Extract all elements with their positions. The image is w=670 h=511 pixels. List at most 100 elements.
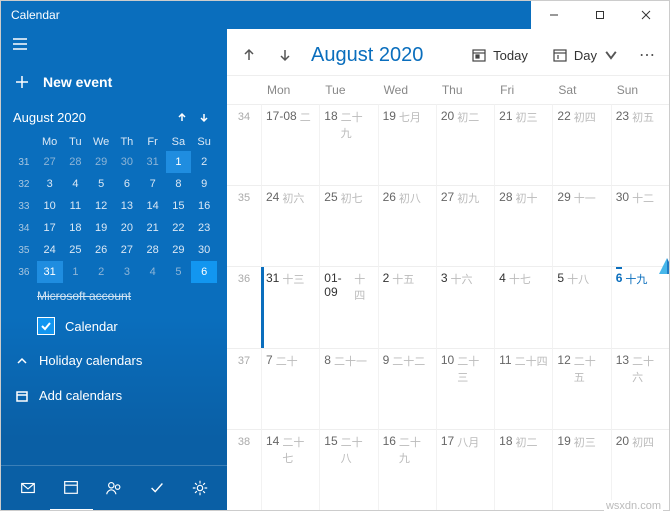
mini-cal-month[interactable]: August 2020 [13,110,171,125]
grid-day-cell[interactable]: 14 二十七 [261,429,319,510]
new-event-button[interactable]: New event [1,56,227,108]
mini-cal-day[interactable]: 12 [88,195,114,217]
mini-cal-day[interactable]: 1 [63,261,89,283]
mini-cal-day[interactable]: 26 [88,239,114,261]
mini-cal-day[interactable]: 6 [191,261,217,283]
grid-day-cell[interactable]: 13 二十六 [611,348,669,429]
grid-day-cell[interactable]: 7 二十 [261,348,319,429]
mini-cal-day[interactable]: 29 [166,239,192,261]
mini-cal-day[interactable]: 24 [37,239,63,261]
calendar-toggle[interactable]: Calendar [1,309,227,343]
grid-day-cell[interactable]: 17 八月 [436,429,494,510]
minimize-button[interactable] [531,1,577,29]
hamburger-button[interactable] [1,29,227,56]
maximize-button[interactable] [577,1,623,29]
grid-day-cell[interactable]: 25 初七 [319,185,377,266]
today-button[interactable]: Today [463,43,536,67]
grid-day-cell[interactable]: 12 二十五 [552,348,610,429]
month-title[interactable]: August 2020 [307,44,455,67]
grid-day-cell[interactable]: 28 初十 [494,185,552,266]
grid-day-cell[interactable]: 30 十二 [611,185,669,266]
close-button[interactable] [623,1,669,29]
grid-day-cell[interactable]: 20 初四 [611,429,669,510]
grid-day-cell[interactable]: 27 初九 [436,185,494,266]
grid-day-cell[interactable]: 16 二十九 [378,429,436,510]
grid-day-cell[interactable]: 17-08 二 [261,104,319,185]
grid-day-cell[interactable]: 3 十六 [436,266,494,347]
mini-cal-day[interactable]: 27 [37,151,63,173]
grid-day-cell[interactable]: 18 初二 [494,429,552,510]
mini-cal-day[interactable]: 21 [140,217,166,239]
mini-cal-day[interactable]: 2 [191,151,217,173]
mini-cal-day[interactable]: 27 [114,239,140,261]
mini-cal-day[interactable]: 8 [166,173,192,195]
grid-day-cell[interactable]: 31 十三 [261,266,319,347]
mini-cal-day[interactable]: 23 [191,217,217,239]
mini-cal-day[interactable]: 22 [166,217,192,239]
day-view-button[interactable]: Day [544,43,627,67]
mini-cal-day[interactable]: 29 [88,151,114,173]
mini-cal-day[interactable]: 7 [140,173,166,195]
calendar-icon[interactable] [50,465,93,510]
mini-cal-next[interactable] [193,112,215,124]
mini-cal-day[interactable]: 28 [63,151,89,173]
mail-icon[interactable] [7,466,50,510]
mini-cal-day[interactable]: 28 [140,239,166,261]
mini-cal-day[interactable]: 14 [140,195,166,217]
grid-day-cell[interactable]: 18 二十九 [319,104,377,185]
next-period-button[interactable] [271,41,299,69]
grid-day-cell[interactable]: 19 初三 [552,429,610,510]
mini-cal-day[interactable]: 31 [140,151,166,173]
mini-cal-day[interactable]: 19 [88,217,114,239]
grid-day-cell[interactable]: 21 初三 [494,104,552,185]
mini-cal-day[interactable]: 3 [114,261,140,283]
more-button[interactable]: ⋯ [635,45,661,65]
mini-cal-day[interactable]: 9 [191,173,217,195]
grid-day-cell[interactable]: 6 十九 [611,266,669,347]
mini-cal-day[interactable]: 11 [63,195,89,217]
prev-period-button[interactable] [235,41,263,69]
grid-day-cell[interactable]: 4 十七 [494,266,552,347]
mini-cal-day[interactable]: 6 [114,173,140,195]
mini-cal-day[interactable]: 5 [88,173,114,195]
todo-icon[interactable] [135,466,178,510]
grid-day-cell[interactable]: 20 初二 [436,104,494,185]
mini-cal-prev[interactable] [171,112,193,124]
mini-cal-day[interactable]: 31 [37,261,63,283]
settings-icon[interactable] [178,466,221,510]
grid-day-cell[interactable]: 8 二十一 [319,348,377,429]
grid-day-cell[interactable]: 2 十五 [378,266,436,347]
mini-cal-day[interactable]: 30 [191,239,217,261]
mini-cal-day[interactable]: 17 [37,217,63,239]
people-icon[interactable] [93,466,136,510]
mini-cal-day[interactable]: 10 [37,195,63,217]
grid-day-cell[interactable]: 9 二十二 [378,348,436,429]
grid-day-cell[interactable]: 5 十八 [552,266,610,347]
grid-weekday: Thu [436,76,494,104]
mini-cal-day[interactable]: 25 [63,239,89,261]
mini-cal-day[interactable]: 20 [114,217,140,239]
holiday-calendars-row[interactable]: Holiday calendars [1,343,227,378]
mini-cal-day[interactable]: 3 [37,173,63,195]
grid-day-cell[interactable]: 22 初四 [552,104,610,185]
grid-day-cell[interactable]: 19 七月 [378,104,436,185]
grid-day-cell[interactable]: 29 十一 [552,185,610,266]
mini-cal-day[interactable]: 2 [88,261,114,283]
mini-cal-day[interactable]: 4 [63,173,89,195]
mini-cal-day[interactable]: 15 [166,195,192,217]
mini-cal-day[interactable]: 16 [191,195,217,217]
grid-day-cell[interactable]: 15 二十八 [319,429,377,510]
grid-day-cell[interactable]: 11 二十四 [494,348,552,429]
mini-cal-day[interactable]: 1 [166,151,192,173]
grid-day-cell[interactable]: 23 初五 [611,104,669,185]
mini-cal-day[interactable]: 30 [114,151,140,173]
grid-day-cell[interactable]: 01-09 十四 [319,266,377,347]
grid-day-cell[interactable]: 26 初八 [378,185,436,266]
grid-day-cell[interactable]: 24 初六 [261,185,319,266]
mini-cal-day[interactable]: 18 [63,217,89,239]
mini-cal-day[interactable]: 4 [140,261,166,283]
mini-cal-day[interactable]: 5 [166,261,192,283]
grid-day-cell[interactable]: 10 二十三 [436,348,494,429]
add-calendars-row[interactable]: Add calendars [1,378,227,413]
mini-cal-day[interactable]: 13 [114,195,140,217]
